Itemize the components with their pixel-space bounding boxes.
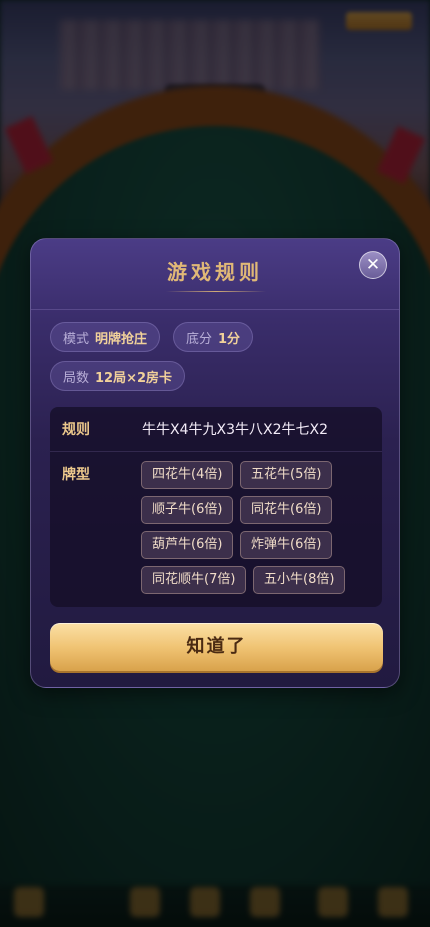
- rules-label: 规则: [62, 422, 90, 438]
- mode-label: 模式: [63, 331, 90, 347]
- base-score-chip: 底分 1分: [173, 322, 254, 352]
- hand-type-tag: 顺子牛(6倍): [141, 496, 234, 524]
- game-rules-dialog: 游戏规则 ✕ 模式 明牌抢庄 底分 1分 局数 12局×2房卡 规则 牛牛X4牛…: [30, 238, 400, 688]
- base-score-label: 底分: [186, 331, 213, 347]
- base-score-value: 1分: [218, 331, 241, 347]
- panel-divider: [50, 451, 382, 452]
- close-icon: ✕: [365, 255, 381, 275]
- mode-value: 明牌抢庄: [95, 331, 148, 347]
- mode-chip: 模式 明牌抢庄: [50, 322, 161, 352]
- hand-type-tag: 五花牛(5倍): [240, 461, 333, 489]
- title-underline: [166, 291, 266, 292]
- hand-type-tag: 葫芦牛(6倍): [141, 531, 234, 559]
- rules-panel: 规则 牛牛X4牛九X3牛八X2牛七X2 牌型 四花牛(4倍) 五花牛(5倍) 顺…: [50, 407, 382, 607]
- hand-type-tag: 炸弹牛(6倍): [240, 531, 333, 559]
- rounds-value: 12局×2房卡: [95, 370, 173, 386]
- dialog-title: 游戏规则: [167, 260, 263, 284]
- hand-types-label: 牌型: [62, 467, 90, 483]
- hand-type-tag: 四花牛(4倍): [141, 461, 234, 489]
- rounds-chip: 局数 12局×2房卡: [50, 361, 186, 391]
- close-button[interactable]: ✕: [359, 251, 387, 279]
- dialog-header: 游戏规则 ✕: [31, 239, 399, 310]
- confirm-button[interactable]: 知道了: [50, 623, 383, 671]
- rules-text: 牛牛X4牛九X3牛八X2牛七X2: [142, 422, 328, 438]
- rounds-label: 局数: [63, 370, 90, 386]
- hand-type-tag: 五小牛(8倍): [253, 566, 346, 594]
- hand-type-tag: 同花顺牛(7倍): [141, 566, 247, 594]
- hand-type-tag: 同花牛(6倍): [240, 496, 333, 524]
